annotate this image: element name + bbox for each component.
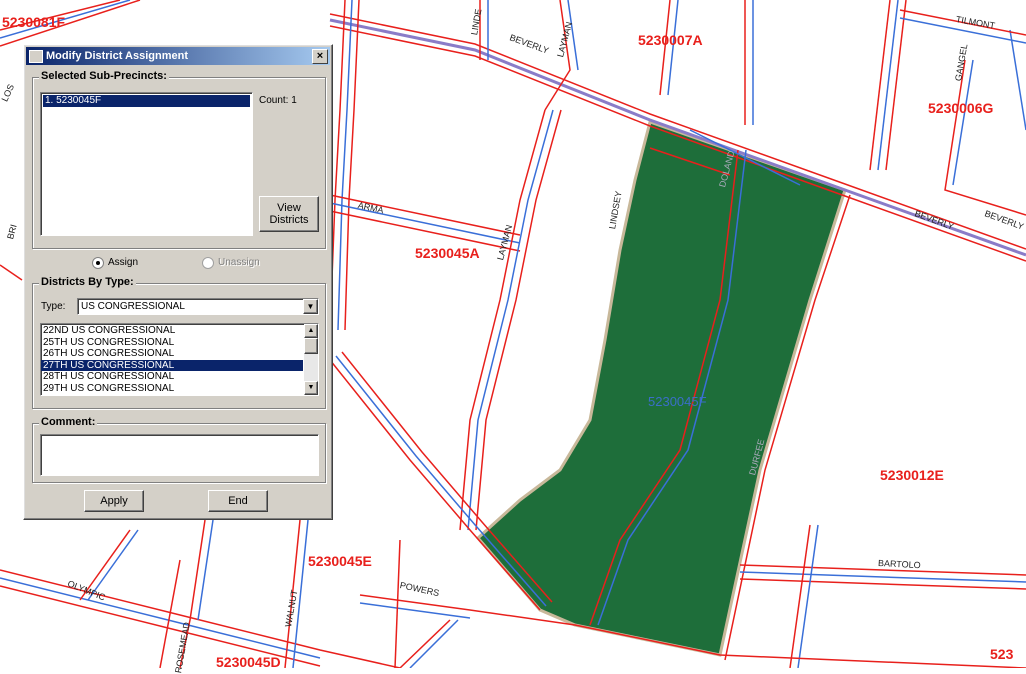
- scroll-thumb[interactable]: [304, 338, 318, 354]
- selected-precinct-label: 5230045F: [648, 394, 707, 409]
- type-select[interactable]: US CONGRESSIONAL ▼: [77, 298, 319, 315]
- precinct-label-5230081F: 5230081F: [2, 14, 66, 30]
- sub-precinct-list[interactable]: 1. 5230045F: [40, 92, 253, 236]
- precinct-label-5230007A: 5230007A: [638, 32, 703, 48]
- view-districts-label-1: View: [277, 202, 301, 214]
- dialog-title: Modify District Assignment: [46, 50, 188, 62]
- comment-group: Comment:: [32, 416, 326, 483]
- scroll-up-button[interactable]: ▲: [304, 324, 318, 338]
- view-districts-button[interactable]: View Districts: [259, 196, 319, 232]
- end-button[interactable]: End: [208, 490, 268, 512]
- districts-by-type-label: Districts By Type:: [39, 276, 136, 288]
- dialog-titlebar[interactable]: Modify District Assignment ×: [26, 47, 330, 65]
- sub-precinct-item[interactable]: 1. 5230045F: [43, 95, 250, 107]
- apply-button[interactable]: Apply: [84, 490, 144, 512]
- districts-list[interactable]: 22ND US CONGRESSIONAL 25TH US CONGRESSION…: [40, 323, 319, 396]
- selected-sub-precincts-group: Selected Sub-Precincts: 1. 5230045F Coun…: [32, 70, 326, 249]
- type-label: Type:: [41, 301, 66, 312]
- district-item[interactable]: 29TH US CONGRESSIONAL: [41, 383, 303, 395]
- modify-district-assignment-dialog: Modify District Assignment × Selected Su…: [23, 44, 333, 520]
- districts-list-rows: 22ND US CONGRESSIONAL 25TH US CONGRESSION…: [41, 325, 303, 395]
- precinct-label-5230045E: 5230045E: [308, 553, 372, 569]
- assign-radio[interactable]: [92, 257, 104, 269]
- selected-sub-precincts-label: Selected Sub-Precincts:: [39, 70, 169, 82]
- comment-label: Comment:: [39, 416, 98, 428]
- app-icon: [29, 50, 43, 63]
- chevron-down-icon[interactable]: ▼: [303, 299, 318, 314]
- close-button[interactable]: ×: [312, 49, 328, 64]
- district-item[interactable]: 27TH US CONGRESSIONAL: [41, 359, 303, 372]
- precinct-label-5230006G: 5230006G: [928, 100, 994, 116]
- precinct-label-5230012E: 5230012E: [880, 467, 944, 483]
- comment-field[interactable]: [40, 434, 319, 476]
- districts-by-type-group: Districts By Type: Type: US CONGRESSIONA…: [32, 276, 326, 409]
- precinct-label-5230045A: 5230045A: [415, 245, 480, 261]
- type-select-value: US CONGRESSIONAL: [81, 301, 185, 312]
- assign-radio-dot: [96, 261, 100, 265]
- view-districts-label-2: Districts: [269, 214, 309, 226]
- unassign-label: Unassign: [218, 257, 260, 268]
- unassign-radio: [202, 257, 214, 269]
- scroll-down-button[interactable]: ▼: [304, 381, 318, 395]
- assign-label[interactable]: Assign: [108, 257, 138, 268]
- district-item[interactable]: 22ND US CONGRESSIONAL: [41, 325, 303, 337]
- district-item[interactable]: 26TH US CONGRESSIONAL: [41, 348, 303, 360]
- precinct-label-edge: 523: [990, 646, 1014, 662]
- district-item[interactable]: 28TH US CONGRESSIONAL: [41, 371, 303, 383]
- district-item[interactable]: 25TH US CONGRESSIONAL: [41, 337, 303, 349]
- districts-scrollbar[interactable]: ▲ ▼: [304, 324, 318, 395]
- count-text: Count: 1: [259, 95, 297, 106]
